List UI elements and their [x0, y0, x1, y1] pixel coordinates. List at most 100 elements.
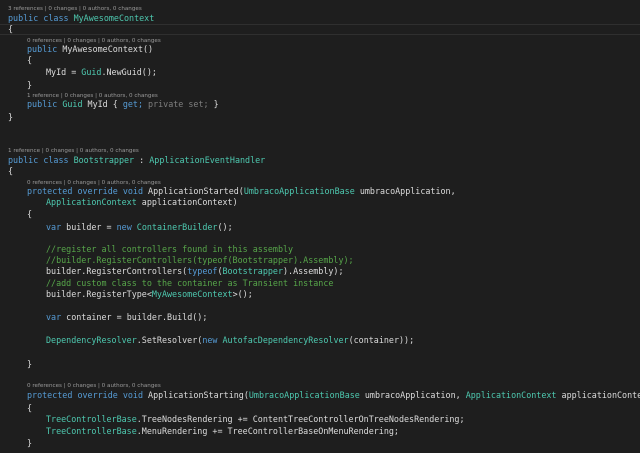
code-line[interactable]: {: [27, 55, 32, 66]
keyword-token: set;: [188, 99, 209, 109]
brace-token: }: [27, 438, 33, 448]
keyword-token: class: [43, 155, 69, 165]
code-line[interactable]: }: [8, 112, 13, 123]
keyword-token: override: [77, 186, 118, 196]
identifier-token: .SetResolver(: [136, 335, 203, 345]
keyword-token: public: [8, 13, 39, 23]
keyword-token: get;: [122, 99, 143, 109]
type-token: Bootstrapper: [73, 155, 135, 165]
keyword-token: public: [8, 155, 39, 165]
code-line[interactable]: TreeControllerBase.TreeNodesRendering +=…: [46, 414, 465, 425]
keyword-token: void: [122, 390, 143, 400]
type-token: ApplicationContext: [46, 197, 137, 207]
code-line[interactable]: {: [27, 209, 32, 220]
current-line-highlight: [0, 24, 640, 35]
operator-token: :: [134, 155, 150, 165]
type-token: DependencyResolver: [46, 335, 137, 345]
identifier-token: ApplicationStarted(: [143, 186, 244, 196]
identifier-token: umbracoApplication,: [354, 186, 456, 196]
keyword-token: void: [122, 186, 143, 196]
code-line[interactable]: DependencyResolver.SetResolver(new Autof…: [46, 335, 414, 346]
codelens-class-myawesomecontext[interactable]: 3 references | 0 changes | 0 authors, 0 …: [8, 5, 142, 13]
type-token: Guid: [62, 99, 83, 109]
code-line[interactable]: {: [27, 403, 32, 414]
code-line[interactable]: TreeControllerBase.MenuRendering += Tree…: [46, 426, 399, 437]
code-line[interactable]: }: [27, 80, 32, 91]
type-token: Bootstrapper: [222, 266, 284, 276]
code-line[interactable]: ApplicationContext applicationContext): [46, 197, 238, 208]
identifier-token: >();: [232, 289, 253, 299]
identifier-token: applicationContext): [561, 390, 640, 400]
keyword-token: typeof: [187, 266, 218, 276]
identifier-token: builder.RegisterType<: [46, 289, 152, 299]
keyword-token: var: [46, 312, 62, 322]
identifier-token: ();: [217, 222, 233, 232]
type-token: TreeControllerBase: [46, 414, 137, 424]
codelens-class-bootstrapper[interactable]: 1 reference | 0 changes | 0 authors, 0 c…: [8, 147, 139, 155]
brace-token: }: [8, 112, 14, 122]
brace-token: }: [27, 359, 33, 369]
identifier-token: container = builder.Build();: [61, 312, 208, 322]
code-line[interactable]: MyId = Guid.NewGuid();: [46, 67, 157, 78]
code-line[interactable]: {: [8, 166, 13, 177]
type-token: ContainerBuilder: [136, 222, 218, 232]
keyword-token: private: [148, 99, 184, 109]
codelens-text[interactable]: 0 references | 0 changes | 0 authors, 0 …: [27, 383, 161, 389]
code-line[interactable]: }: [27, 438, 32, 449]
keyword-token: new: [116, 222, 132, 232]
code-line[interactable]: public MyAwesomeContext(): [27, 44, 153, 55]
brace-token: }: [27, 80, 33, 90]
brace-token: {: [8, 24, 14, 34]
code-line[interactable]: builder.RegisterType<MyAwesomeContext>()…: [46, 289, 253, 300]
brace-token: {: [27, 209, 33, 219]
type-token: MyAwesomeContext: [151, 289, 233, 299]
code-comment-line[interactable]: //add custom class to the container as T…: [46, 278, 333, 289]
type-token: Guid: [81, 67, 102, 77]
comment-token: //builder.RegisterControllers(typeof(Boo…: [46, 255, 354, 265]
identifier-token: ).Assembly);: [283, 266, 344, 276]
identifier-token: MyAwesomeContext(): [62, 44, 154, 54]
codelens-application-starting[interactable]: 0 references | 0 changes | 0 authors, 0 …: [27, 382, 161, 390]
identifier-token: .MenuRendering += TreeControllerBaseOnMe…: [136, 426, 399, 436]
brace-token: {: [8, 166, 14, 176]
type-token: ApplicationEventHandler: [149, 155, 266, 165]
code-line[interactable]: protected override void ApplicationStart…: [27, 390, 640, 401]
codelens-text[interactable]: 1 reference | 0 changes | 0 authors, 0 c…: [8, 148, 139, 154]
identifier-token: builder.RegisterControllers(: [46, 266, 188, 276]
type-token: ApplicationContext: [465, 390, 557, 400]
keyword-token: new: [202, 335, 218, 345]
brace-token: {: [27, 403, 33, 413]
keyword-token: override: [77, 390, 118, 400]
code-comment-line[interactable]: //builder.RegisterControllers(typeof(Boo…: [46, 255, 354, 266]
identifier-token: MyId {: [82, 99, 123, 109]
keyword-token: public: [27, 99, 58, 109]
identifier-token: ApplicationStarting(: [143, 390, 249, 400]
type-token: AutofacDependencyResolver: [222, 335, 349, 345]
keyword-token: class: [43, 13, 69, 23]
codelens-text[interactable]: 3 references | 0 changes | 0 authors, 0 …: [8, 6, 142, 12]
type-token: UmbracoApplicationBase: [243, 186, 355, 196]
code-line[interactable]: }: [27, 359, 32, 370]
keyword-token: public: [27, 44, 58, 54]
comment-token: //register all controllers found in this…: [46, 244, 294, 254]
keyword-token: protected: [27, 390, 73, 400]
identifier-token: builder =: [61, 222, 117, 232]
keyword-token: var: [46, 222, 62, 232]
code-line[interactable]: public Guid MyId { get; private set; }: [27, 99, 219, 110]
type-token: TreeControllerBase: [46, 426, 137, 436]
identifier-token: umbracoApplication,: [359, 390, 466, 400]
code-line[interactable]: public class MyAwesomeContext: [8, 13, 154, 24]
type-token: MyAwesomeContext: [73, 13, 155, 23]
identifier-token: applicationContext): [136, 197, 238, 207]
code-editor[interactable]: 3 references | 0 changes | 0 authors, 0 …: [0, 0, 640, 453]
code-line[interactable]: var builder = new ContainerBuilder();: [46, 222, 233, 233]
code-line[interactable]: public class Bootstrapper : ApplicationE…: [8, 155, 265, 166]
comment-token: //add custom class to the container as T…: [46, 278, 334, 288]
code-comment-line[interactable]: //register all controllers found in this…: [46, 244, 293, 255]
type-token: UmbracoApplicationBase: [248, 390, 360, 400]
code-line[interactable]: builder.RegisterControllers(typeof(Boots…: [46, 266, 344, 277]
identifier-token: (container));: [348, 335, 415, 345]
code-line[interactable]: var container = builder.Build();: [46, 312, 207, 323]
code-line[interactable]: {: [8, 24, 13, 35]
code-line[interactable]: protected override void ApplicationStart…: [27, 186, 456, 197]
